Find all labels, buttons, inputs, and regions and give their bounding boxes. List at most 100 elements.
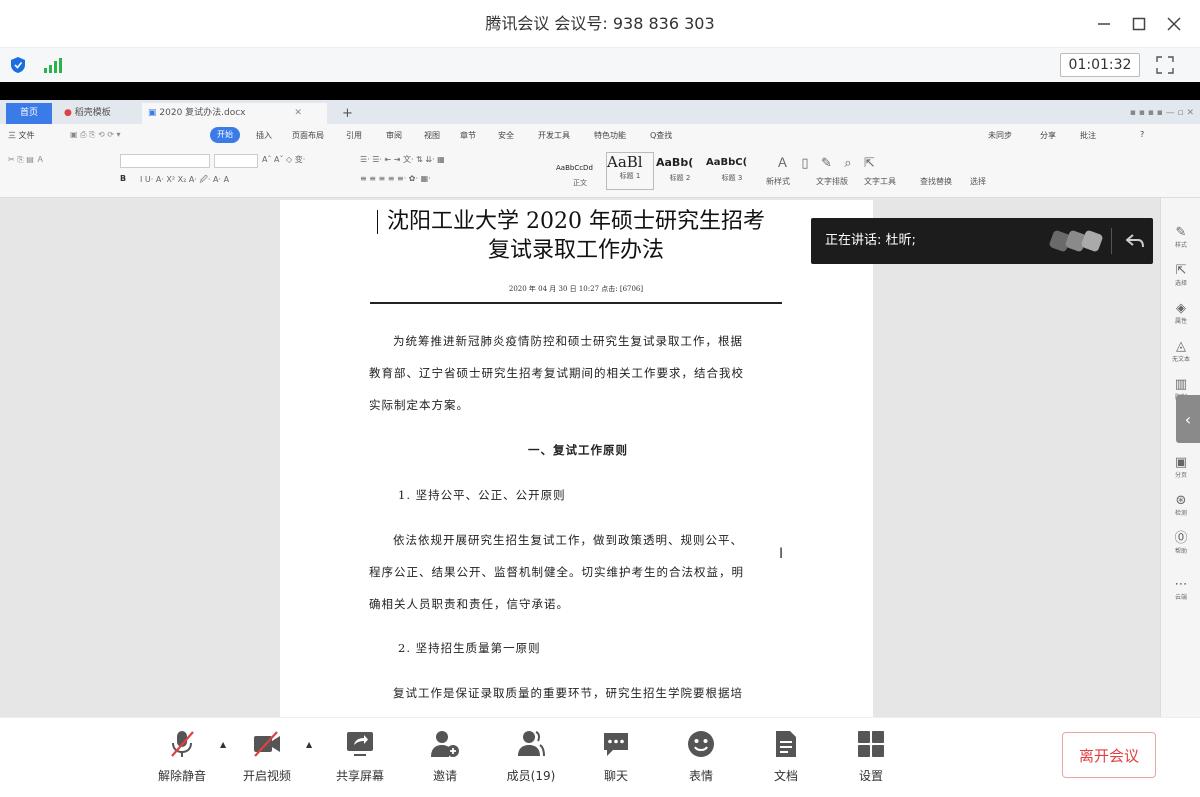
camera-off-icon [254,731,280,757]
rail-style[interactable]: ✎ 样式 [1161,226,1200,250]
new-tab-plus-icon[interactable]: + [336,103,359,124]
more-icon: ⋯ [1174,577,1188,592]
rail-page[interactable]: ▣ 分页 [1161,455,1200,480]
menu-references[interactable]: 引用 [346,130,362,141]
wps-window-controls[interactable]: ▪ ▪ ▪ ▪ — ▫ ✕ [1030,103,1200,124]
document-icon [776,731,796,757]
maximize-button[interactable] [1123,8,1155,40]
select-button[interactable]: 选择 [970,176,986,187]
rail-notext[interactable]: ◬ 无文本 [1161,339,1200,364]
unmute-button[interactable]: 解除静音 [147,729,217,789]
page-icon: ▣ [1174,455,1188,470]
format-buttons[interactable]: I U· A· X² X₂ A· 🖉· A· A [140,174,229,188]
text-tools-button[interactable]: 文字工具 [864,176,896,187]
menu-dev-tools[interactable]: 开发工具 [538,130,570,141]
intro-line-1: 为统筹推进新冠肺炎疫情防控和硕士研究生复试录取工作，根据 [393,334,743,348]
find-replace-button[interactable]: 查找替换 [920,176,952,187]
docer-icon: ● [64,108,72,118]
wps-ribbon: ✂ ⎘ ▤ Ａ Aˆ Aˇ ◇ 变· B I U· A· X² X₂ A· 🖉·… [0,146,1200,198]
audio-options-caret-icon[interactable]: ▲ [220,740,226,749]
new-style-button[interactable]: 新样式 [766,176,790,187]
leave-meeting-button[interactable]: 离开会议 [1062,732,1156,778]
wps-tab-document[interactable]: ▣ 2020 复试办法.docx ✕ [142,103,327,124]
video-options-caret-icon[interactable]: ▲ [306,740,312,749]
wps-tab-bar: 首页 ● 稻壳模板 ▣ 2020 复试办法.docx ✕ + ▪ ▪ ▪ ▪ —… [0,100,1200,124]
style-normal[interactable]: AaBbCcDd 正文 [556,152,604,190]
help-button[interactable]: ? [1140,130,1144,139]
minimize-button[interactable] [1088,8,1120,40]
members-icon [518,731,545,757]
comment-button[interactable]: 批注 [1080,130,1096,141]
bold-button[interactable]: B [120,174,126,183]
speaker-avatars-icon [1049,230,1103,252]
menu-security[interactable]: 安全 [498,130,514,141]
font-name-select[interactable] [120,154,210,168]
menu-review[interactable]: 审阅 [386,130,402,141]
share-doc-button[interactable]: 分享 [1040,130,1056,141]
wps-tab-docer-label: 稻壳模板 [74,108,111,118]
menu-layout[interactable]: 页面布局 [292,130,324,141]
style-heading-2[interactable]: AaBb( 标题 2 [656,152,704,190]
menu-start[interactable]: 开始 [210,127,240,143]
doc-file-icon: ▣ [148,108,157,118]
style-heading-2-sample: AaBb( [656,156,694,169]
side-collapse-chevron-icon[interactable]: ‹ [1176,395,1200,443]
fill-icon: ◬ [1176,339,1186,354]
chat-button[interactable]: 聊天 [581,729,651,789]
settings-button[interactable]: 设置 [836,729,906,789]
fullscreen-icon[interactable] [1156,56,1174,74]
shapes-icon: ◈ [1176,301,1186,316]
check-icon: ⊛ [1175,493,1187,508]
menu-chapter[interactable]: 章节 [460,130,476,141]
reply-arrow-icon [1126,234,1144,248]
title-rule [370,302,782,304]
speaker-collapse-button[interactable] [1117,218,1153,264]
sync-status[interactable]: 未同步 [988,130,1012,141]
menu-file[interactable]: 三 文件 [8,130,35,141]
shield-icon[interactable] [10,56,26,74]
rail-help[interactable]: ⓪ 帮助 [1161,532,1200,556]
text-layout-button[interactable]: 文字排版 [816,176,848,187]
style-heading-1-sample: AaBl [607,153,643,171]
paragraph-group[interactable]: ☰· ☰· ⇤ ⇥ 文· ⇅ ⇊· ▦ [360,154,445,165]
alignment-group[interactable]: ≡ ≡ ≡ ≡ ≡· ✿· ▦· [360,174,431,183]
tab-close-icon[interactable]: ✕ [294,108,302,118]
item-1-body-1: 依法依规开展研究生招生复试工作，做到政策透明、规则公平、 [393,533,743,547]
style-heading-3-label: 标题 3 [721,174,743,182]
quick-access-icons[interactable]: ▣ ⎙ ⎘ ⟲ ⟳ ▾ [70,130,121,140]
invite-button[interactable]: 邀请 [410,729,480,789]
font-size-buttons[interactable]: Aˆ Aˇ ◇ 变· [262,154,305,165]
menu-insert[interactable]: 插入 [256,130,272,141]
emoji-button[interactable]: 表情 [666,729,736,789]
wps-tab-home[interactable]: 首页 [6,103,52,124]
rail-property[interactable]: ◈ 属性 [1161,301,1200,326]
item-2-body-1: 复试工作是保证录取质量的重要环节，研究生招生学院要根据培 [393,686,743,700]
meeting-title: 腾讯会议 会议号: 938 836 303 [485,14,715,33]
wps-side-rail: ✎样式 ⇱选择 ◈属性 ◬无文本 ▥限制 ▣分页 ⊛检测 ⓪帮助 ⋯云端 [1160,198,1200,717]
members-button[interactable]: 成员(19) [496,729,566,789]
menu-search[interactable]: Q查找 [650,130,672,141]
document-title-line1: 沈阳工业大学 2020 年硕士研究生招考 [387,209,765,234]
document-title: 沈阳工业大学 2020 年硕士研究生招考 复试录取工作办法 [370,207,782,265]
share-screen-button[interactable]: 共享屏幕 [325,729,395,789]
style-heading-3[interactable]: AaBbC( 标题 3 [706,152,758,190]
close-button[interactable] [1158,8,1190,40]
rail-check[interactable]: ⊛ 检测 [1161,493,1200,518]
style-heading-1[interactable]: AaBl 标题 1 [606,152,654,190]
menu-features[interactable]: 特色功能 [594,130,626,141]
wps-tab-document-label: 2020 复试办法.docx [159,108,246,118]
chart-icon: ▥ [1174,377,1188,392]
clipboard-group[interactable]: ✂ ⎘ ▤ Ａ [8,154,44,165]
chat-label: 聊天 [603,769,628,783]
invite-user-icon [431,731,459,757]
style-heading-2-label: 标题 2 [669,174,691,182]
rail-cloud[interactable]: ⋯ 云端 [1161,577,1200,602]
menu-view[interactable]: 视图 [424,130,440,141]
signal-icon[interactable] [44,58,62,74]
font-size-select[interactable] [214,154,258,168]
start-video-button[interactable]: 开启视频 [232,729,302,789]
documents-button[interactable]: 文档 [751,729,821,789]
wps-tab-docer[interactable]: ● 稻壳模板 [58,103,138,124]
emoji-label: 表情 [688,769,713,783]
rail-select[interactable]: ⇱ 选择 [1161,264,1200,288]
